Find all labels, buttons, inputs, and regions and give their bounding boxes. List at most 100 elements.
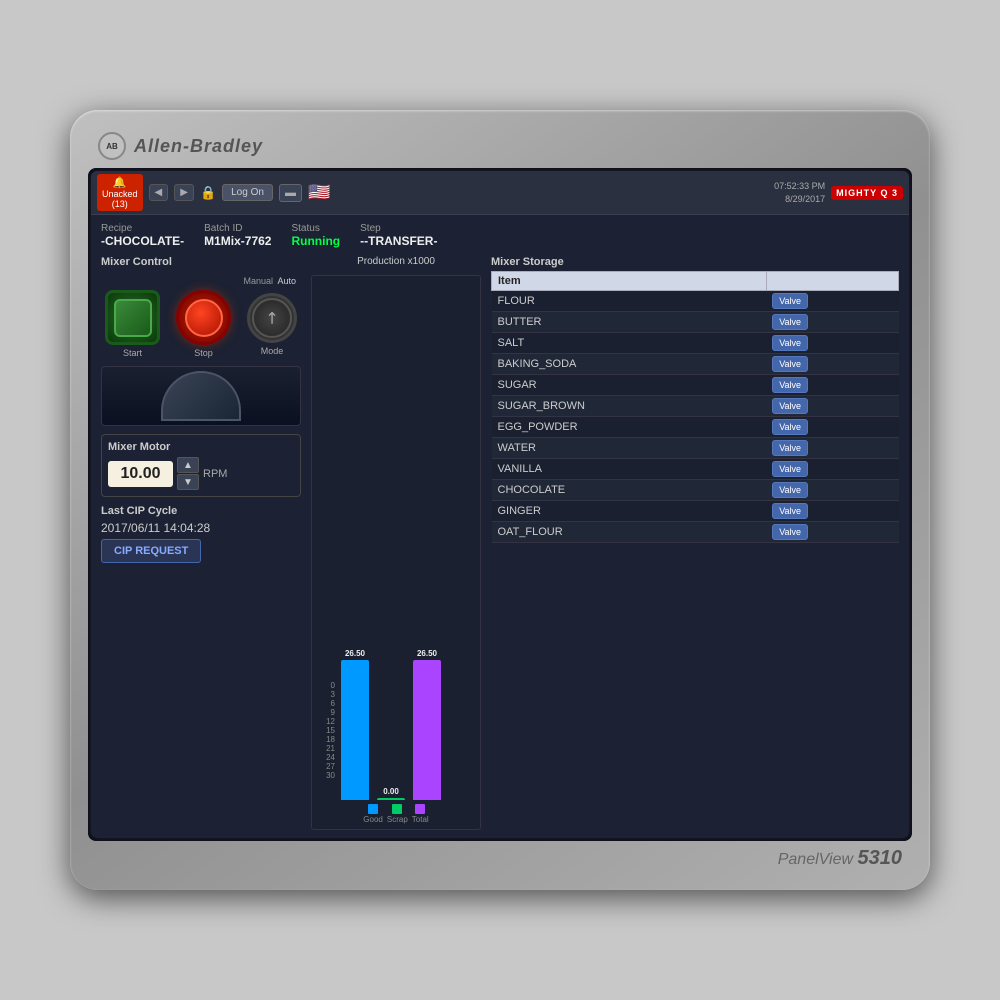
lock-icon: 🔒 bbox=[200, 185, 216, 201]
storage-item-name: CHOCOLATE bbox=[492, 480, 767, 501]
panel-model: PanelView 5310 bbox=[778, 847, 902, 870]
legend-scrap: Scrap bbox=[387, 804, 408, 824]
mode-indicator: Manual Auto bbox=[101, 276, 301, 286]
scrap-bar-group: 0.00 bbox=[377, 787, 405, 800]
up-down-buttons: ▲ ▼ bbox=[177, 457, 199, 490]
mixer-buttons: Start Stop ↗ bbox=[101, 290, 301, 358]
storage-valve-cell: Valve bbox=[766, 396, 898, 417]
time-display: 07:52:33 PM bbox=[774, 180, 825, 193]
legend-label-scrap: Scrap bbox=[387, 815, 408, 824]
step-value: --TRANSFER- bbox=[360, 234, 437, 248]
motor-label: Mixer Motor bbox=[108, 441, 294, 453]
alarm-badge[interactable]: 🔔 Unacked (13) bbox=[97, 174, 143, 211]
batch-block: Batch ID M1Mix-7762 bbox=[204, 223, 271, 248]
recipe-value: -CHOCOLATE- bbox=[101, 234, 184, 248]
step-label: Step bbox=[360, 223, 437, 234]
mode-label: Mode bbox=[261, 346, 284, 356]
cip-label: Last CIP Cycle bbox=[101, 505, 301, 517]
valve-button[interactable]: Valve bbox=[772, 524, 808, 540]
storage-item-name: EGG_POWDER bbox=[492, 417, 767, 438]
storage-valve-cell: Valve bbox=[766, 312, 898, 333]
scrap-bar-value: 0.00 bbox=[383, 787, 399, 796]
total-bar-value: 26.50 bbox=[417, 649, 437, 658]
status-block: Status Running bbox=[291, 223, 340, 248]
legend-dot-total bbox=[415, 804, 425, 814]
valve-button[interactable]: Valve bbox=[772, 440, 808, 456]
table-row: FLOUR Valve bbox=[492, 291, 899, 312]
ab-badge: AB bbox=[98, 132, 126, 160]
scrap-bar bbox=[377, 798, 405, 800]
screen-bezel: 🔔 Unacked (13) ◀ ▶ 🔒 Log On ▬ 🇺🇸 07:52:3… bbox=[88, 168, 912, 841]
valve-button[interactable]: Valve bbox=[772, 293, 808, 309]
storage-item-name: FLOUR bbox=[492, 291, 767, 312]
chart-inner: 30 27 24 21 18 15 12 9 6 3 bbox=[317, 281, 475, 800]
flag-icon: 🇺🇸 bbox=[308, 182, 330, 203]
nav-forward-button[interactable]: ▶ bbox=[174, 184, 194, 201]
stop-button[interactable] bbox=[176, 290, 231, 345]
manual-label: Manual bbox=[244, 276, 274, 286]
device-top-bar: AB Allen-Bradley bbox=[88, 128, 912, 168]
good-bar-value: 26.50 bbox=[345, 649, 365, 658]
valve-button[interactable]: Valve bbox=[772, 356, 808, 372]
mode-button[interactable]: ↗ bbox=[247, 293, 297, 343]
nav-back-button[interactable]: ◀ bbox=[149, 184, 169, 201]
storage-item-name: BUTTER bbox=[492, 312, 767, 333]
legend-total: Total bbox=[412, 804, 429, 824]
storage-item-name: GINGER bbox=[492, 501, 767, 522]
legend-label-total: Total bbox=[412, 815, 429, 824]
valve-button[interactable]: Valve bbox=[772, 482, 808, 498]
storage-item-name: BAKING_SODA bbox=[492, 354, 767, 375]
device-bottom: PanelView 5310 bbox=[88, 841, 912, 872]
storage-valve-cell: Valve bbox=[766, 438, 898, 459]
panel-model-number: 5310 bbox=[858, 847, 903, 869]
alarm-bell-icon: 🔔 bbox=[113, 176, 127, 189]
table-row: CHOCOLATE Valve bbox=[492, 480, 899, 501]
logon-button[interactable]: Log On bbox=[222, 184, 273, 201]
status-label: Status bbox=[291, 223, 340, 234]
device-frame: AB Allen-Bradley 🔔 Unacked (13) ◀ ▶ 🔒 Lo… bbox=[70, 110, 930, 890]
start-label: Start bbox=[123, 348, 142, 358]
motor-box: Mixer Motor 10.00 ▲ ▼ RPM bbox=[101, 434, 301, 497]
storage-label: Mixer Storage bbox=[491, 256, 899, 268]
storage-item-name: SUGAR bbox=[492, 375, 767, 396]
status-bar: 🔔 Unacked (13) ◀ ▶ 🔒 Log On ▬ 🇺🇸 07:52:3… bbox=[91, 171, 909, 215]
valve-button[interactable]: Valve bbox=[772, 314, 808, 330]
rpm-up-button[interactable]: ▲ bbox=[177, 457, 199, 473]
good-bar-group: 26.50 bbox=[341, 649, 369, 800]
auto-label: Auto bbox=[277, 276, 296, 286]
rpm-down-button[interactable]: ▼ bbox=[177, 474, 199, 490]
table-row: SUGAR Valve bbox=[492, 375, 899, 396]
legend-dot-good bbox=[368, 804, 378, 814]
screen: 🔔 Unacked (13) ◀ ▶ 🔒 Log On ▬ 🇺🇸 07:52:3… bbox=[91, 171, 909, 838]
cip-request-button[interactable]: CIP REQUEST bbox=[101, 539, 201, 563]
controls-area: Mixer Control Manual Auto bbox=[101, 256, 899, 830]
storage-valve-cell: Valve bbox=[766, 459, 898, 480]
cip-section: Last CIP Cycle 2017/06/11 14:04:28 CIP R… bbox=[101, 505, 301, 563]
valve-button[interactable]: Valve bbox=[772, 398, 808, 414]
brand-name: Allen-Bradley bbox=[134, 136, 263, 157]
legend-label-good: Good bbox=[363, 815, 383, 824]
valve-button[interactable]: Valve bbox=[772, 335, 808, 351]
chart-panel: Production x1000 30 27 24 21 18 15 bbox=[311, 256, 481, 830]
storage-valve-cell: Valve bbox=[766, 375, 898, 396]
alarm-label: Unacked bbox=[102, 189, 138, 199]
alarm-count: (13) bbox=[112, 199, 128, 209]
storage-header-item: Item bbox=[492, 272, 767, 291]
batch-label: Batch ID bbox=[204, 223, 271, 234]
valve-button[interactable]: Valve bbox=[772, 419, 808, 435]
main-content: Recipe -CHOCOLATE- Batch ID M1Mix-7762 S… bbox=[91, 215, 909, 838]
batch-value: M1Mix-7762 bbox=[204, 234, 271, 248]
mighty-logo: MIGHTY Q 3 bbox=[831, 186, 903, 200]
legend-dot-scrap bbox=[392, 804, 402, 814]
valve-button[interactable]: Valve bbox=[772, 461, 808, 477]
mode-needle: ↗ bbox=[244, 289, 301, 346]
chart-area: 30 27 24 21 18 15 12 9 6 3 bbox=[311, 275, 481, 830]
storage-item-name: OAT_FLOUR bbox=[492, 522, 767, 543]
motor-input-row: 10.00 ▲ ▼ RPM bbox=[108, 457, 294, 490]
start-button[interactable] bbox=[105, 290, 160, 345]
good-bar bbox=[341, 660, 369, 800]
storage-table: Item FLOURValveBUTTERValveSALTValveBAKIN… bbox=[491, 271, 899, 543]
valve-button[interactable]: Valve bbox=[772, 377, 808, 393]
table-row: EGG_POWDER Valve bbox=[492, 417, 899, 438]
valve-button[interactable]: Valve bbox=[772, 503, 808, 519]
